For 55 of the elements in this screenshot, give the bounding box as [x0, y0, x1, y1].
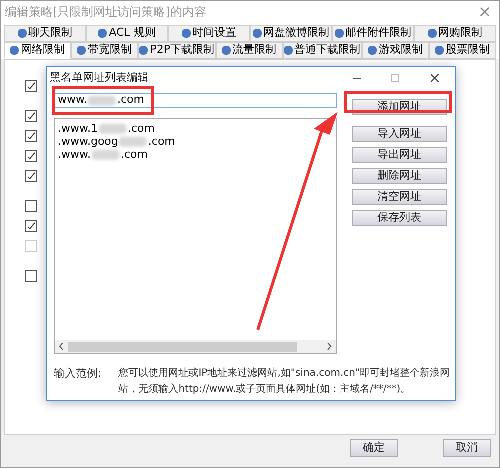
tab[interactable]: 网购限制: [414, 25, 496, 42]
tab[interactable]: 网盘微博限制: [250, 25, 332, 42]
blurred-text: [92, 150, 120, 160]
url-text: www.: [58, 92, 88, 108]
url-text: .com: [117, 92, 144, 108]
horizontal-scrollbar[interactable]: [55, 340, 336, 353]
hint-label: 输入范例:: [54, 366, 102, 382]
tab[interactable]: 邮件附件限制: [332, 25, 414, 42]
dialog-title: 黑名单网址列表编辑: [50, 70, 150, 86]
close-button[interactable]: ×: [475, 1, 495, 24]
checkbox[interactable]: [25, 220, 37, 232]
checkbox[interactable]: [25, 80, 37, 92]
footer-button[interactable]: 确定: [350, 439, 398, 457]
url-list-item[interactable]: .www.1 .com: [58, 122, 334, 135]
checkbox[interactable]: [25, 170, 37, 182]
action-button[interactable]: 导出网址: [352, 147, 447, 163]
tab[interactable]: 带宽限制: [71, 42, 138, 59]
tab-icon: [368, 46, 377, 55]
url-list-item[interactable]: .www. .com: [58, 148, 334, 161]
footer-button[interactable]: 取消: [443, 439, 491, 457]
tab[interactable]: 流量限制: [216, 42, 283, 59]
checkbox[interactable]: [25, 130, 37, 142]
blurred-text: [98, 124, 127, 134]
tab-icon: [77, 46, 86, 55]
tab[interactable]: 股票限制: [428, 42, 496, 59]
tab-icon: [284, 46, 293, 55]
checkbox[interactable]: [25, 110, 37, 122]
tab[interactable]: 时间设置: [168, 25, 250, 42]
url-list-item[interactable]: .www.goog .com: [58, 135, 334, 148]
tab-icon: [98, 29, 108, 38]
blurred-text: [88, 96, 116, 106]
blurred-text: [119, 136, 148, 146]
tab-icon: [139, 46, 148, 55]
window-title: 编辑策略[只限制网址访问策略]的内容: [5, 4, 208, 21]
tab[interactable]: ACL 规则: [86, 25, 168, 42]
checkbox[interactable]: [25, 150, 37, 162]
tab[interactable]: 网络限制: [4, 42, 72, 59]
tab[interactable]: 游戏限制: [362, 42, 429, 59]
tab-icon: [334, 29, 344, 38]
tab-icon: [252, 29, 262, 38]
tab[interactable]: 普通下载限制: [282, 42, 362, 59]
checkbox[interactable]: [25, 270, 37, 282]
action-button[interactable]: 保存列表: [352, 210, 447, 226]
scroll-right-icon[interactable]: [327, 343, 332, 350]
action-button[interactable]: 删除网址: [352, 168, 447, 184]
action-button[interactable]: 清空网址: [352, 189, 447, 205]
scroll-left-icon[interactable]: [59, 343, 64, 350]
tab-icon: [222, 46, 231, 55]
checkbox[interactable]: [25, 200, 37, 212]
tab[interactable]: 聊天限制: [4, 25, 86, 42]
action-button[interactable]: 导入网址: [352, 126, 447, 142]
close-button[interactable]: ×: [425, 66, 445, 90]
hint-text: 您可以使用网址或IP地址来过滤网站,如"sina.com.cn"即可封堵整个新浪网站，无须输入http://www.或子页面具体网址(如：主域名/**/**)。: [118, 366, 452, 397]
tab[interactable]: P2P下载限制: [138, 42, 216, 59]
tab-icon: [182, 29, 190, 38]
